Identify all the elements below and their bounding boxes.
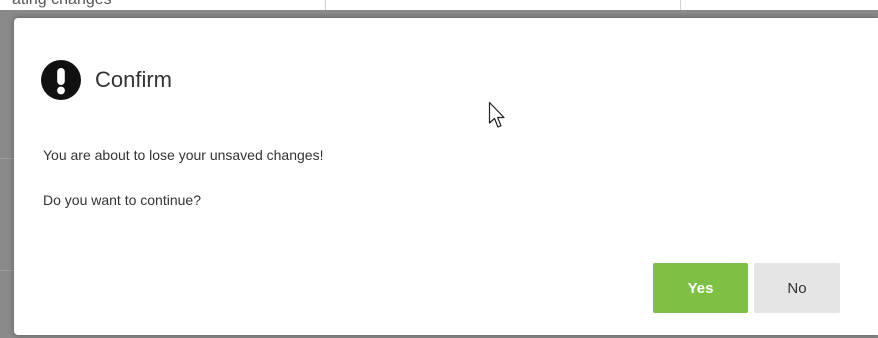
dialog-message-question: Do you want to continue? bbox=[43, 192, 201, 208]
confirm-dialog: Confirm You are about to lose your unsav… bbox=[14, 18, 878, 335]
background-row-line bbox=[0, 270, 14, 271]
dialog-title: Confirm bbox=[95, 67, 173, 92]
no-button[interactable]: No bbox=[754, 263, 840, 313]
dialog-header: Confirm bbox=[41, 60, 172, 100]
yes-button[interactable]: Yes bbox=[653, 263, 748, 313]
background-divider bbox=[325, 0, 326, 10]
background-divider bbox=[680, 0, 681, 10]
background-page-text: ating changes bbox=[12, 0, 112, 9]
dialog-message-warning: You are about to lose your unsaved chang… bbox=[43, 147, 324, 163]
exclamation-circle-icon bbox=[41, 60, 81, 100]
background-row-line bbox=[0, 158, 14, 159]
background-page: ating changes bbox=[0, 0, 878, 10]
mouse-cursor-icon bbox=[488, 101, 505, 128]
